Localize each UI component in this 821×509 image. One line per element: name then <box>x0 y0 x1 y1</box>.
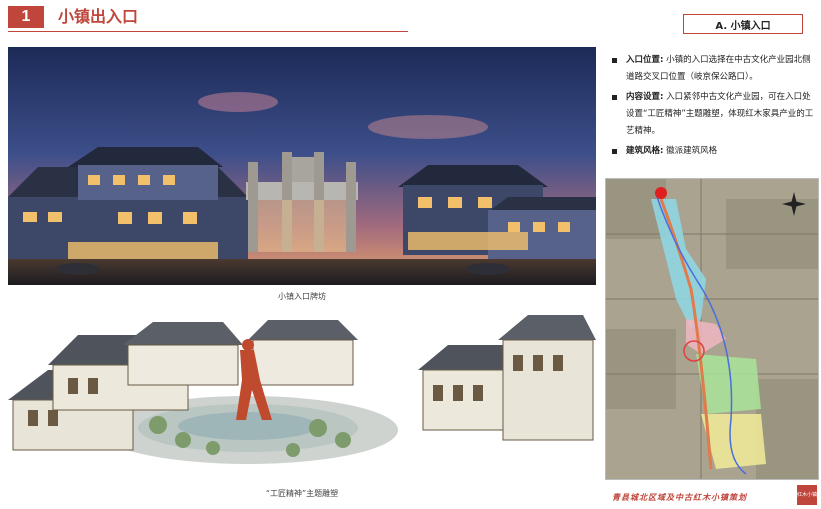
description-list: 入口位置: 小镇的入口选择在中古文化产业园北侧道路交叉口位置（岐京保公路口）。 … <box>610 52 815 163</box>
section-badge: A. 小镇入口 <box>683 14 803 34</box>
list-item: 建筑风格: 徽派建筑风格 <box>610 143 815 160</box>
page-title: 小镇出入口 <box>58 7 139 26</box>
sculpture-plaza-image <box>8 300 596 478</box>
section-number: 1 <box>8 6 44 28</box>
entrance-archway-image <box>8 47 596 285</box>
header-divider <box>8 31 408 32</box>
sculpture-caption: “工匠精神”主题雕塑 <box>265 489 339 498</box>
list-item: 内容设置: 入口紧邻中古文化产业园，可在入口处设置“工匠精神”主题雕塑，体现红木… <box>610 89 815 140</box>
site-map-image <box>605 178 819 480</box>
footer-title: 青县城北区域及中古红木小镇策划 <box>612 493 747 502</box>
brand-logo: 红木小镇 <box>797 485 817 505</box>
list-item: 入口位置: 小镇的入口选择在中古文化产业园北侧道路交叉口位置（岐京保公路口）。 <box>610 52 815 86</box>
